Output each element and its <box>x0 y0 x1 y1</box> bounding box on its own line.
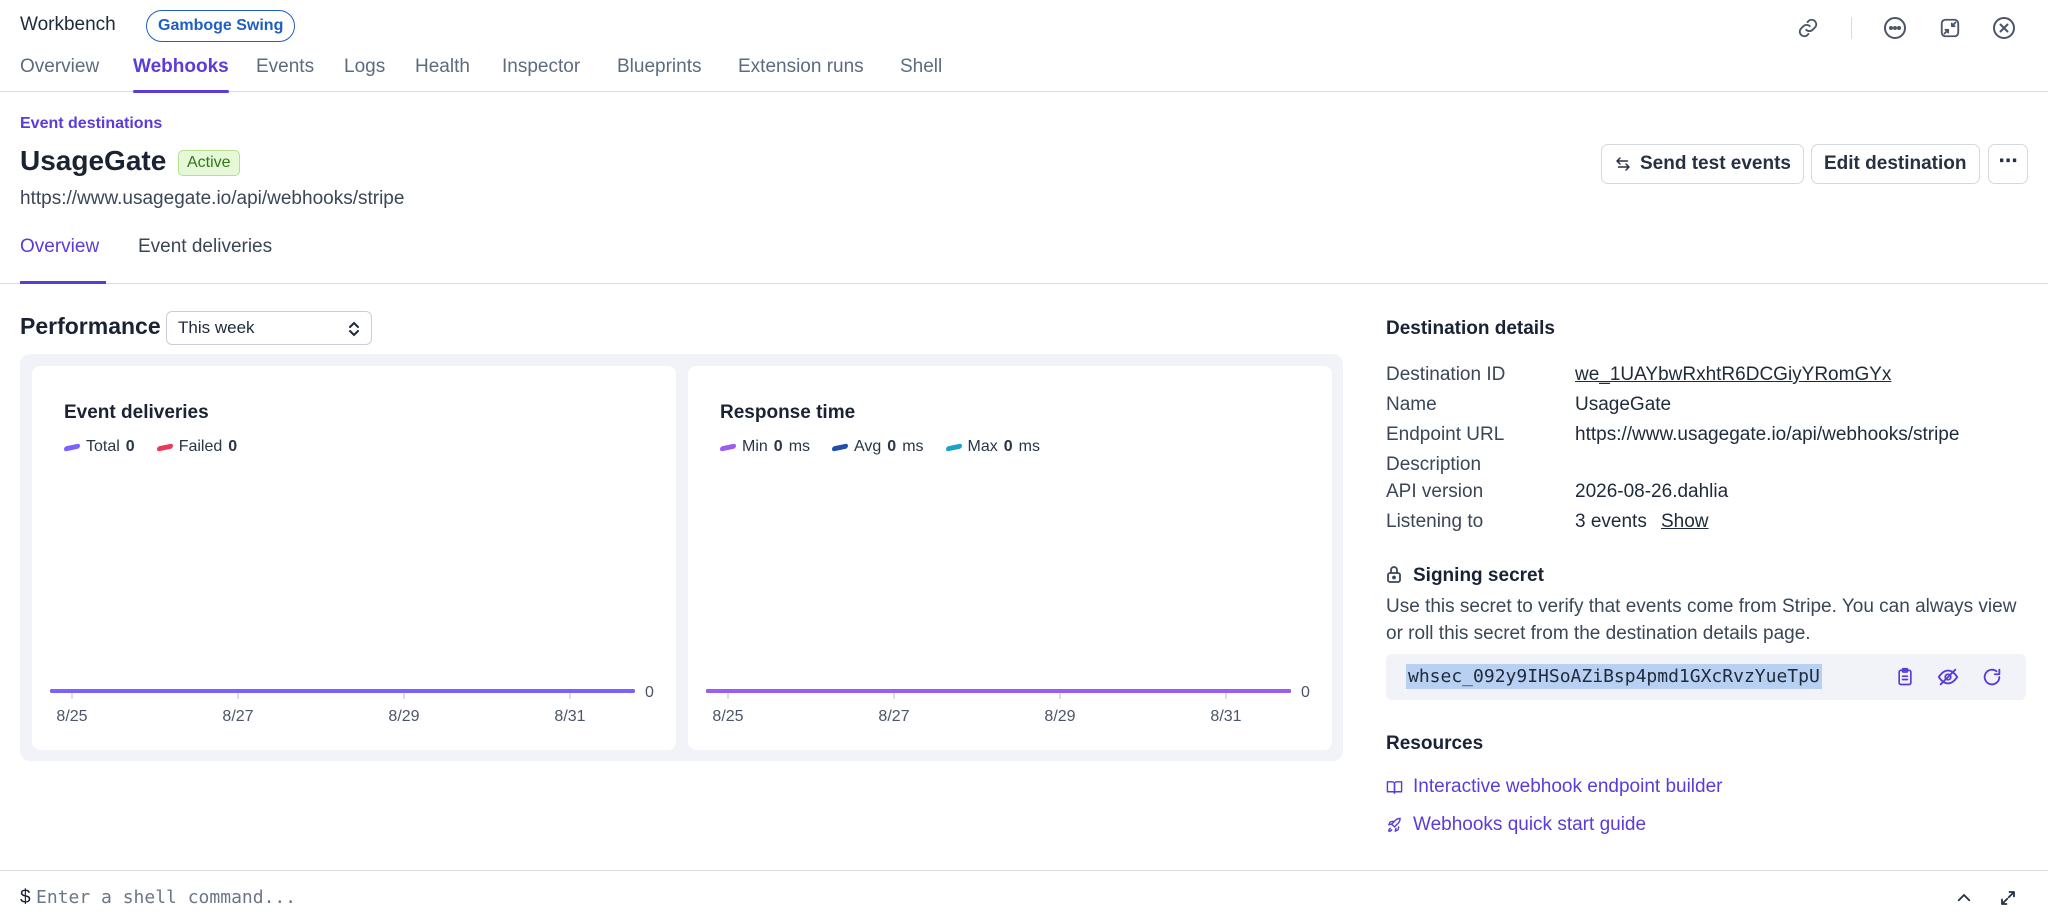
toolbar-divider <box>1851 17 1852 39</box>
app-title: Workbench <box>20 14 116 35</box>
destination-url: https://www.usagegate.io/api/webhooks/st… <box>20 188 405 209</box>
tab-health[interactable]: Health <box>415 56 470 78</box>
destination-id-value[interactable]: we_1UAYbwRxhtR6DCGiyYRomGYx <box>1575 364 1891 386</box>
hide-eye-icon[interactable] <box>1934 663 1962 691</box>
x-tick-label: 8/29 <box>388 708 419 725</box>
api-version-value: 2026-08-26.dahlia <box>1575 481 1729 502</box>
tab-overview[interactable]: Overview <box>20 56 99 78</box>
lock-icon <box>1387 566 1401 583</box>
x-tick-label: 8/27 <box>222 708 253 725</box>
performance-title: Performance <box>20 313 161 339</box>
roll-secret-icon[interactable] <box>1978 663 2006 691</box>
tab-shell[interactable]: Shell <box>900 56 942 78</box>
tab-inspector[interactable]: Inspector <box>502 56 580 78</box>
show-events-link[interactable]: Show <box>1661 511 1709 533</box>
breadcrumb[interactable]: Event destinations <box>20 115 162 133</box>
resource-link-label: Interactive webhook endpoint builder <box>1413 776 1723 797</box>
status-badge: Active <box>178 150 240 176</box>
detail-label: API version <box>1386 481 1484 502</box>
detail-label: Destination ID <box>1386 364 1506 385</box>
chevron-up-icon[interactable] <box>1952 886 1976 910</box>
more-icon[interactable] <box>1881 14 1909 42</box>
signing-secret-box: whsec_092y9IHSoAZiBsp4pmd1GXcRvzYueTpU <box>1386 654 2026 700</box>
signing-secret-value[interactable]: whsec_092y9IHSoAZiBsp4pmd1GXcRvzYueTpU <box>1406 664 1822 689</box>
edit-destination-button[interactable]: Edit destination <box>1811 144 1980 184</box>
response-time-chart: Response time Min 0 ms Avg 0 ms Max 0 ms… <box>688 366 1332 750</box>
active-subtab-indicator <box>20 281 106 284</box>
x-tick-label: 8/29 <box>1044 708 1075 725</box>
resource-link-label: Webhooks quick start guide <box>1413 814 1647 835</box>
tab-blueprints[interactable]: Blueprints <box>617 56 702 78</box>
x-tick-label: 8/31 <box>554 708 585 725</box>
tab-extension-runs[interactable]: Extension runs <box>738 56 864 78</box>
sub-nav: Overview Event deliveries <box>0 232 2048 284</box>
more-actions-label: ⋯ <box>1998 150 2018 172</box>
range-select[interactable]: This week <box>166 311 372 345</box>
tab-webhooks[interactable]: Webhooks <box>133 56 229 78</box>
book-icon <box>1386 780 1403 794</box>
shell-prompt: $ <box>20 887 31 908</box>
shell-bar: $ <box>0 870 2048 919</box>
listening-to-value: 3 events <box>1575 511 1647 532</box>
tab-logs[interactable]: Logs <box>344 56 385 78</box>
destination-details-heading: Destination details <box>1386 318 1555 339</box>
send-test-events-label: Send test events <box>1640 153 1791 174</box>
x-tick-label: 8/25 <box>56 708 87 725</box>
page-title: UsageGate <box>20 145 167 176</box>
active-tab-indicator <box>133 90 229 93</box>
edit-destination-label: Edit destination <box>1824 153 1967 174</box>
webhook-builder-link[interactable]: Interactive webhook endpoint builder <box>1386 776 1722 798</box>
detail-label: Description <box>1386 454 1482 475</box>
x-tick-label: 8/31 <box>1210 708 1241 725</box>
subtab-overview[interactable]: Overview <box>20 236 99 258</box>
swap-icon <box>1616 157 1630 171</box>
x-tick-label: 8/25 <box>712 708 743 725</box>
name-value: UsageGate <box>1575 394 1672 415</box>
subtab-event-deliveries[interactable]: Event deliveries <box>138 236 272 258</box>
resources-heading: Resources <box>1386 733 1484 754</box>
x-tick-label: 8/27 <box>878 708 909 725</box>
chevron-updown-icon <box>349 321 359 337</box>
y-tick-label: 0 <box>1301 684 1310 701</box>
event-deliveries-chart: Event deliveries Total 0 Failed 0 8/25 8/… <box>32 366 676 750</box>
send-test-events-button[interactable]: Send test events <box>1601 144 1804 184</box>
endpoint-url-value: https://www.usagegate.io/api/webhooks/st… <box>1575 424 1960 445</box>
detail-label: Endpoint URL <box>1386 424 1505 445</box>
signing-secret-description: Use this secret to verify that events co… <box>1386 596 2017 644</box>
shell-input[interactable] <box>36 883 1136 911</box>
account-badge[interactable]: Gamboge Swing <box>146 10 296 42</box>
quick-start-link[interactable]: Webhooks quick start guide <box>1386 814 1646 836</box>
chart-plot: 8/25 8/27 8/29 8/31 0 <box>50 684 654 725</box>
range-select-value: This week <box>178 318 255 337</box>
copy-icon[interactable] <box>1891 663 1919 691</box>
link-icon[interactable] <box>1794 14 1822 42</box>
more-actions-button[interactable]: ⋯ <box>1988 144 2028 184</box>
chart-plot: 8/25 8/27 8/29 8/31 0 <box>706 684 1310 725</box>
charts-panel: Event deliveries Total 0 Failed 0 8/25 8/… <box>20 354 1343 761</box>
detail-label: Listening to <box>1386 511 1484 532</box>
close-icon[interactable] <box>1990 14 2018 42</box>
signing-secret-heading: Signing secret <box>1413 565 1544 586</box>
rocket-icon <box>1388 817 1401 832</box>
expand-icon[interactable] <box>1996 886 2020 910</box>
main-nav: Overview Webhooks Events Logs Health Ins… <box>0 52 2048 93</box>
minimize-icon[interactable] <box>1936 14 1964 42</box>
y-tick-label: 0 <box>645 684 654 701</box>
tab-events[interactable]: Events <box>256 56 314 78</box>
detail-label: Name <box>1386 394 1437 415</box>
